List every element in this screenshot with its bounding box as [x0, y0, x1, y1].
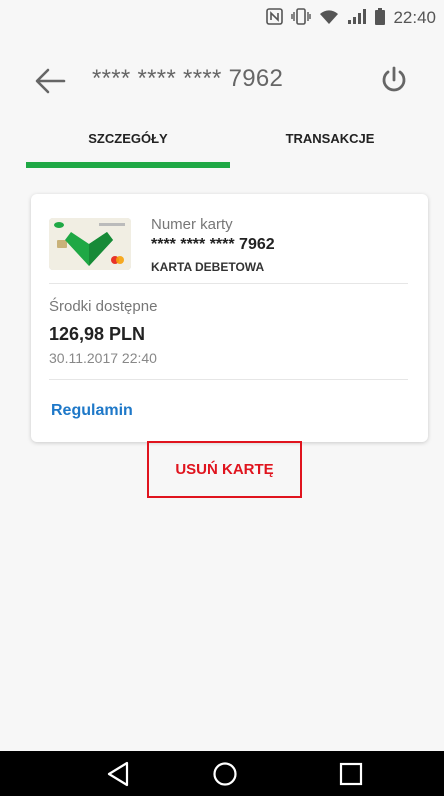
card-number-label: Numer karty: [151, 216, 233, 233]
nav-home-button[interactable]: [208, 757, 242, 791]
wifi-icon: [319, 8, 339, 28]
terms-link[interactable]: Regulamin: [51, 402, 133, 420]
nav-recents-button[interactable]: [334, 757, 368, 791]
triangle-back-icon: [107, 761, 129, 787]
status-bar: 22:40: [0, 0, 444, 36]
vibrate-icon: [291, 8, 312, 28]
toolbar: **** **** **** 7962: [0, 36, 444, 122]
remove-card-button[interactable]: USUŃ KARTĘ: [147, 441, 302, 498]
page-title: **** **** **** 7962: [92, 65, 284, 92]
divider: [49, 379, 408, 380]
square-recents-icon: [339, 762, 363, 786]
card-number-value: **** **** **** 7962: [151, 236, 275, 253]
nav-back-button[interactable]: [101, 757, 135, 791]
system-nav-bar: [0, 751, 444, 796]
tab-transactions[interactable]: TRANSAKCJE: [230, 122, 430, 170]
divider: [49, 283, 408, 284]
available-funds-value: 126,98 PLN: [49, 324, 146, 344]
card-type: KARTA DEBETOWA: [151, 260, 265, 274]
logout-button[interactable]: [372, 58, 416, 102]
signal-icon: [347, 8, 367, 28]
circle-home-icon: [213, 762, 237, 786]
available-funds-label: Środki dostępne: [49, 298, 158, 315]
app-screen: 22:40 **** **** **** 7962 SZCZEGÓŁY TRAN…: [0, 0, 444, 796]
status-time: 22:40: [393, 8, 436, 27]
power-icon: [382, 66, 406, 92]
tab-bar: SZCZEGÓŁY TRANSAKCJE: [0, 122, 444, 170]
active-tab-indicator: [26, 162, 230, 168]
card-image: [49, 218, 131, 270]
card-details-panel: Numer karty **** **** **** 7962 KARTA DE…: [31, 194, 428, 442]
battery-icon: [375, 8, 386, 28]
back-button[interactable]: [30, 61, 70, 101]
nfc-icon: [266, 8, 284, 28]
arrow-left-icon: [35, 68, 66, 94]
funds-timestamp: 30.11.2017 22:40: [49, 350, 157, 366]
